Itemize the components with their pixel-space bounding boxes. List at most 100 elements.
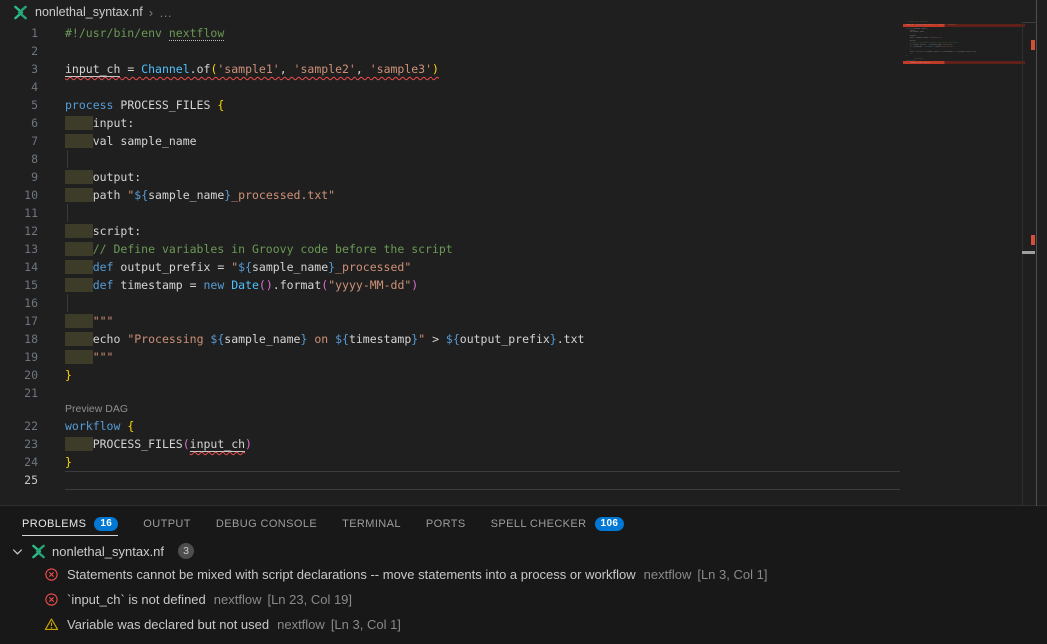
line-number[interactable]: 12 (0, 222, 38, 240)
nextflow-file-icon (12, 5, 29, 20)
code-line-20[interactable]: 20} (0, 366, 903, 384)
line-content (65, 150, 68, 168)
code-line-11[interactable]: 11 (0, 204, 903, 222)
line-number[interactable]: 15 (0, 276, 38, 294)
code-token: of (197, 62, 211, 76)
line-number[interactable]: 2 (0, 42, 38, 60)
code-token: output_prefix (460, 332, 550, 346)
code-line-25[interactable]: 25 (906, 65, 976, 67)
problem-source: nextflow (644, 567, 692, 582)
code-token: _processed.txt" (231, 188, 335, 202)
tab-problems[interactable]: PROBLEMS 16 (22, 507, 118, 540)
breadcrumb-file-name[interactable]: nonlethal_syntax.nf (35, 5, 143, 19)
code-line-21[interactable]: 21 (0, 384, 903, 402)
code-token: ${ (335, 332, 349, 346)
chevron-down-icon[interactable] (10, 544, 25, 559)
line-number[interactable]: 3 (0, 60, 38, 78)
code-line-12[interactable]: 12 script: (0, 222, 903, 240)
code-line-14[interactable]: 14 def output_prefix = "${sample_name}_p… (0, 258, 903, 276)
tab-terminal-label: TERMINAL (342, 518, 401, 530)
line-number[interactable]: 11 (0, 204, 38, 222)
tab-problems-label: PROBLEMS (22, 518, 86, 530)
line-number[interactable]: 21 (0, 384, 38, 402)
code-line-17[interactable]: 17 """ (0, 312, 903, 330)
code-line-9[interactable]: 9 output: (0, 168, 903, 186)
tab-terminal[interactable]: TERMINAL (342, 507, 401, 540)
code-line-15[interactable]: 15 def timestamp = new Date().format("yy… (0, 276, 903, 294)
line-number[interactable]: 8 (0, 150, 38, 168)
indent-highlight (65, 278, 93, 292)
overview-error-mark-1[interactable] (1031, 40, 1035, 50)
code-line-25[interactable]: 25 (0, 471, 903, 489)
line-number[interactable]: 14 (0, 258, 38, 276)
code-line-8[interactable]: 8 (0, 150, 903, 168)
problem-location: [Ln 3, Col 1] (331, 617, 401, 632)
tab-spell-checker[interactable]: SPELL CHECKER 106 (491, 507, 625, 540)
indent-highlight (65, 437, 93, 451)
indent-highlight (65, 116, 93, 130)
code-token: ${ (134, 188, 148, 202)
code-line-3[interactable]: 3input_ch = Channel.of('sample1', 'sampl… (0, 60, 903, 78)
tab-ports[interactable]: PORTS (426, 507, 466, 540)
problem-item[interactable]: Variable was declared but not used nextf… (0, 612, 1047, 637)
code-line-7[interactable]: 7 val sample_name (0, 132, 903, 150)
line-number[interactable]: 1 (0, 24, 38, 42)
line-number[interactable]: 20 (0, 366, 38, 384)
code-line-16[interactable]: 16 (0, 294, 903, 312)
line-number[interactable]: 4 (0, 78, 38, 96)
problems-file-group[interactable]: nonlethal_syntax.nf 3 (0, 540, 1047, 562)
line-number[interactable]: 19 (0, 348, 38, 366)
breadcrumb[interactable]: nonlethal_syntax.nf › … (0, 0, 1047, 24)
line-number[interactable]: 23 (0, 435, 38, 453)
code-line-24[interactable]: 24} (0, 453, 903, 471)
code-line-22[interactable]: 22workflow { (0, 417, 903, 435)
line-number[interactable]: 5 (0, 96, 38, 114)
minimap[interactable]: 1#!/usr/bin/env nextflow23input_ch = Cha… (903, 8, 1025, 500)
breadcrumb-more[interactable]: … (159, 5, 172, 20)
code-token: output_prefix = (113, 260, 231, 274)
indent-highlight (65, 134, 93, 148)
code-line-4[interactable]: 4 (0, 78, 903, 96)
codelens-preview-dag[interactable]: Preview DAG (0, 402, 903, 417)
code-line-1[interactable]: 1#!/usr/bin/env nextflow (0, 24, 903, 42)
code-line-19[interactable]: 19 """ (0, 348, 903, 366)
code-token: input_ch (190, 437, 245, 452)
line-number[interactable]: 16 (0, 294, 38, 312)
code-editor[interactable]: 1#!/usr/bin/env nextflow23input_ch = Cha… (0, 24, 903, 489)
line-number[interactable]: 22 (0, 417, 38, 435)
problem-item[interactable]: `input_ch` is not defined nextflow [Ln 2… (0, 587, 1047, 612)
tab-output[interactable]: OUTPUT (143, 507, 191, 540)
tab-ports-label: PORTS (426, 518, 466, 530)
line-number[interactable]: 6 (0, 114, 38, 132)
code-token: } (550, 332, 557, 346)
line-number[interactable]: 18 (0, 330, 38, 348)
code-line-10[interactable]: 10 path "${sample_name}_processed.txt" (0, 186, 903, 204)
line-number[interactable]: 24 (0, 453, 38, 471)
code-line-13[interactable]: 13 // Define variables in Groovy code be… (0, 240, 903, 258)
code-token: ( (183, 437, 190, 451)
problem-item[interactable]: Statements cannot be mixed with script d… (0, 562, 1047, 587)
code-token: timestamp = (113, 278, 203, 292)
line-content: """ (65, 348, 113, 366)
line-number[interactable]: 25 (0, 471, 38, 489)
indent-highlight (65, 314, 93, 328)
code-line-2[interactable]: 2 (0, 42, 903, 60)
code-token: sample_name (148, 188, 224, 202)
code-line-6[interactable]: 6 input: (0, 114, 903, 132)
tab-debug-console[interactable]: DEBUG CONSOLE (216, 507, 317, 540)
code-token: . (190, 62, 197, 76)
line-number[interactable]: 17 (0, 312, 38, 330)
overview-error-mark-2[interactable] (1031, 235, 1035, 245)
code-line-18[interactable]: 18 echo "Processing ${sample_name} on ${… (0, 330, 903, 348)
code-line-23[interactable]: 23 PROCESS_FILES(input_ch) (0, 435, 903, 453)
code-line-5[interactable]: 5process PROCESS_FILES { (0, 96, 903, 114)
line-number[interactable]: 9 (0, 168, 38, 186)
code-token: Channel (141, 62, 189, 76)
code-token: on (307, 332, 335, 346)
line-number[interactable]: 13 (0, 240, 38, 258)
line-number[interactable]: 7 (0, 132, 38, 150)
code-token: def (93, 260, 114, 274)
overview-ruler[interactable] (1022, 0, 1037, 506)
line-number[interactable]: 10 (0, 186, 38, 204)
code-line-21[interactable]: 21 (906, 56, 976, 58)
